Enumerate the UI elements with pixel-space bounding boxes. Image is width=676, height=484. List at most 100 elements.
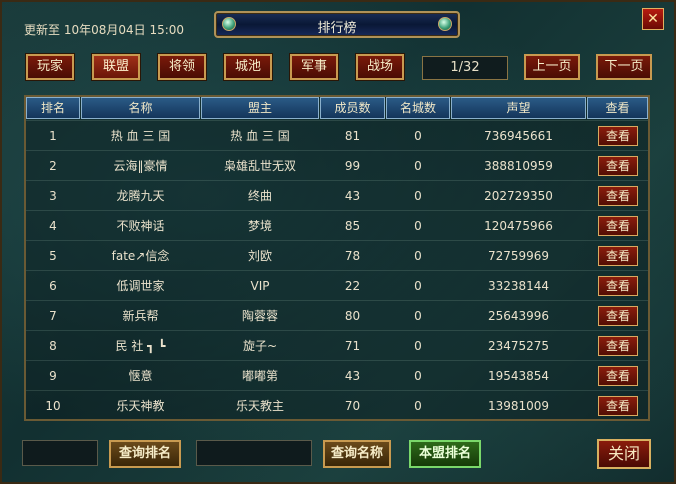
table-row: 2 云海‖豪情 枭雄乱世无双 99 0 388810959 查看 <box>26 150 648 180</box>
cell-leader: VIP <box>250 279 270 293</box>
table-row: 6 低调世家 VIP 22 0 33238144 查看 <box>26 270 648 300</box>
cell-prestige: 19543854 <box>487 369 550 383</box>
cell-cities: 0 <box>414 339 422 353</box>
cell-prestige: 202729350 <box>484 189 553 203</box>
cell-rank: 3 <box>49 189 57 203</box>
cell-leader: 旋子~ <box>242 339 278 353</box>
cell-alliance-name: 热 血 三 国 <box>110 129 171 143</box>
table-row: 8 民 社 ┓ ┗ 旋子~ 71 0 23475275 查看 <box>26 330 648 360</box>
close-icon[interactable]: ✕ <box>642 8 664 30</box>
my-alliance-rank-button[interactable]: 本盟排名 <box>409 440 481 468</box>
cell-members: 99 <box>344 159 361 173</box>
cell-leader: 嘟嘟第 <box>241 369 278 383</box>
cell-leader: 梦境 <box>247 219 272 233</box>
cell-cities: 0 <box>414 399 422 413</box>
cell-members: 43 <box>344 189 361 203</box>
view-button[interactable]: 查看 <box>598 396 638 416</box>
tab-city[interactable]: 城池 <box>224 54 272 80</box>
cell-prestige: 33238144 <box>487 279 550 293</box>
rank-query-input[interactable] <box>22 440 98 466</box>
cell-prestige: 23475275 <box>487 339 550 353</box>
table-row: 10 乐天神教 乐天教主 70 0 13981009 查看 <box>26 390 648 420</box>
view-button[interactable]: 查看 <box>598 156 638 176</box>
cell-rank: 1 <box>49 129 57 143</box>
name-query-input[interactable] <box>196 440 312 466</box>
cell-members: 78 <box>344 249 361 263</box>
query-name-button[interactable]: 查询名称 <box>323 440 391 468</box>
window-title: 排行榜 <box>317 21 357 36</box>
cell-alliance-name: 不败神话 <box>116 219 165 233</box>
cell-members: 71 <box>344 339 361 353</box>
view-button[interactable]: 查看 <box>598 246 638 266</box>
ranking-table: 排名 名称 盟主 成员数 名城数 声望 查看 1热 血 三 国热 血 三 国 81… <box>24 95 650 421</box>
cell-prestige: 25643996 <box>487 309 550 323</box>
cell-cities: 0 <box>414 249 422 263</box>
view-button[interactable]: 查看 <box>598 126 638 146</box>
column-header-prestige: 声望 <box>451 97 586 119</box>
cell-rank: 8 <box>49 339 57 353</box>
table-row: 9 惬意 嘟嘟第 43 0 19543854 查看 <box>26 360 648 390</box>
table-row: 7 新兵帮 陶蓉蓉 80 0 25643996 查看 <box>26 300 648 330</box>
cell-members: 22 <box>344 279 361 293</box>
cell-leader: 终曲 <box>247 189 272 203</box>
cell-members: 85 <box>344 219 361 233</box>
cell-members: 80 <box>344 309 361 323</box>
table-header: 排名 名称 盟主 成员数 名城数 声望 查看 <box>26 97 648 119</box>
cell-members: 70 <box>344 399 361 413</box>
tab-battlefield[interactable]: 战场 <box>356 54 404 80</box>
prev-page-button[interactable]: 上一页 <box>524 54 580 80</box>
title-bar: 排行榜 <box>214 11 460 38</box>
view-button[interactable]: 查看 <box>598 306 638 326</box>
cell-cities: 0 <box>414 129 422 143</box>
view-button[interactable]: 查看 <box>598 336 638 356</box>
cell-rank: 10 <box>45 399 61 413</box>
cell-leader: 陶蓉蓉 <box>241 309 278 323</box>
close-button[interactable]: 关闭 <box>597 439 651 469</box>
cell-prestige: 13981009 <box>487 399 550 413</box>
cell-alliance-name: fate↗信念 <box>111 249 170 263</box>
cell-rank: 9 <box>49 369 57 383</box>
cell-alliance-name: 龙腾九天 <box>116 189 165 203</box>
tab-military[interactable]: 军事 <box>290 54 338 80</box>
next-page-button[interactable]: 下一页 <box>596 54 652 80</box>
table-row: 4 不败神话 梦境 85 0 120475966 查看 <box>26 210 648 240</box>
cell-cities: 0 <box>414 219 422 233</box>
cell-alliance-name: 云海‖豪情 <box>113 159 168 173</box>
cell-rank: 7 <box>49 309 57 323</box>
cell-prestige: 120475966 <box>484 219 553 233</box>
cell-cities: 0 <box>414 369 422 383</box>
column-header-leader: 盟主 <box>201 97 319 119</box>
cell-alliance-name: 民 社 ┓ ┗ <box>115 339 166 353</box>
tab-player[interactable]: 玩家 <box>26 54 74 80</box>
jade-ornament-icon <box>438 17 452 31</box>
column-header-cities: 名城数 <box>386 97 450 119</box>
cell-prestige: 736945661 <box>484 129 553 143</box>
cell-alliance-name: 乐天神教 <box>116 399 165 413</box>
cell-leader: 热 血 三 国 <box>230 129 290 143</box>
cell-leader: 乐天教主 <box>235 399 284 413</box>
view-button[interactable]: 查看 <box>598 186 638 206</box>
column-header-view: 查看 <box>587 97 648 119</box>
view-button[interactable]: 查看 <box>598 366 638 386</box>
cell-leader: 枭雄乱世无双 <box>223 159 296 173</box>
table-row: 3 龙腾九天 终曲 43 0 202729350 查看 <box>26 180 648 210</box>
cell-rank: 4 <box>49 219 57 233</box>
view-button[interactable]: 查看 <box>598 276 638 296</box>
tab-general[interactable]: 将领 <box>158 54 206 80</box>
cell-alliance-name: 低调世家 <box>116 279 165 293</box>
cell-members: 81 <box>344 129 361 143</box>
cell-leader: 刘欧 <box>247 249 272 263</box>
cell-rank: 2 <box>49 159 57 173</box>
cell-prestige: 72759969 <box>487 249 550 263</box>
cell-cities: 0 <box>414 279 422 293</box>
query-rank-button[interactable]: 查询排名 <box>109 440 181 468</box>
cell-prestige: 388810959 <box>484 159 553 173</box>
view-button[interactable]: 查看 <box>598 216 638 236</box>
cell-cities: 0 <box>414 189 422 203</box>
cell-rank: 5 <box>49 249 57 263</box>
cell-members: 43 <box>344 369 361 383</box>
tab-alliance[interactable]: 联盟 <box>92 54 140 80</box>
column-header-rank: 排名 <box>26 97 80 119</box>
column-header-members: 成员数 <box>320 97 385 119</box>
table-row: 1 热 血 三 国 热 血 三 国 81 0 736945661 查看 <box>26 120 648 150</box>
